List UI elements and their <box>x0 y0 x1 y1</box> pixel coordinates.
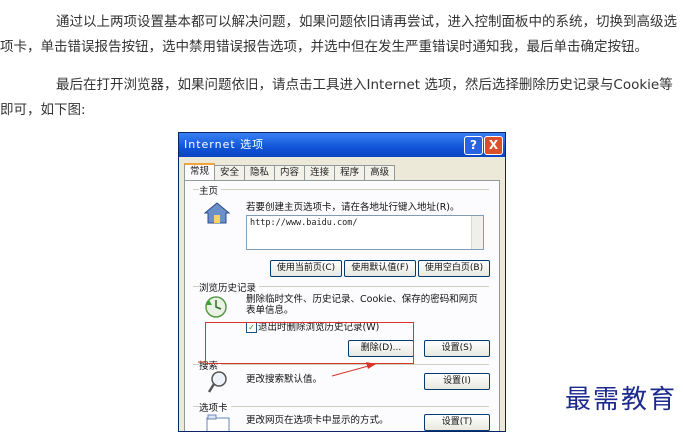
annotation-arrow <box>198 361 376 377</box>
watermark-logo: 最需教育 <box>564 385 677 415</box>
